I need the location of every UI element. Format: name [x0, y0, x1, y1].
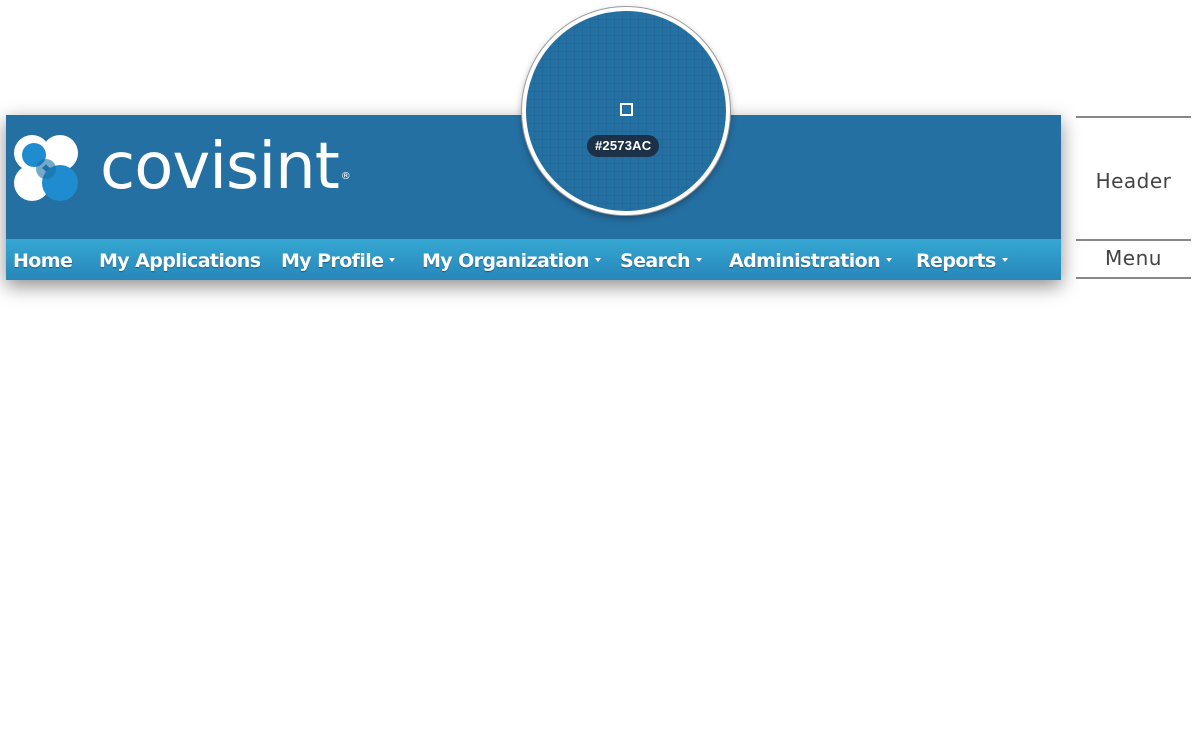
menu-item-reports[interactable]: Reports	[916, 239, 1008, 280]
menu-item-my-applications[interactable]: My Applications	[99, 239, 261, 280]
menu-item-home[interactable]: Home	[13, 239, 73, 280]
caret-down-icon	[886, 257, 893, 262]
caret-down-icon	[594, 257, 601, 262]
covisint-logo-icon	[14, 135, 78, 201]
menu-annotation-bottom-line	[1076, 277, 1191, 279]
menu-annotation-top-line	[1076, 239, 1191, 241]
header-annotation-label: Header	[1095, 169, 1172, 193]
menu-item-my-organization[interactable]: My Organization	[422, 239, 601, 280]
menu-annotation-label: Menu	[1105, 246, 1162, 270]
caret-down-icon	[695, 257, 702, 262]
menu-item-search[interactable]: Search	[620, 239, 702, 280]
main-menu: Home My Applications My Profile My Organ…	[6, 239, 1061, 280]
header-annotation-top-line	[1076, 116, 1191, 118]
caret-down-icon	[1001, 257, 1008, 262]
annotated-screenshot: covisint ® Home My Applications My Profil…	[0, 0, 1201, 741]
brand-wordmark: covisint ®	[100, 130, 351, 204]
menu-item-administration[interactable]: Administration	[729, 239, 893, 280]
caret-down-icon	[389, 257, 396, 262]
picker-crosshair-icon	[620, 103, 633, 116]
color-hex-badge: #2573AC	[587, 135, 660, 157]
color-picker-magnifier: #2573AC	[522, 7, 730, 215]
menu-item-my-profile[interactable]: My Profile	[281, 239, 396, 280]
